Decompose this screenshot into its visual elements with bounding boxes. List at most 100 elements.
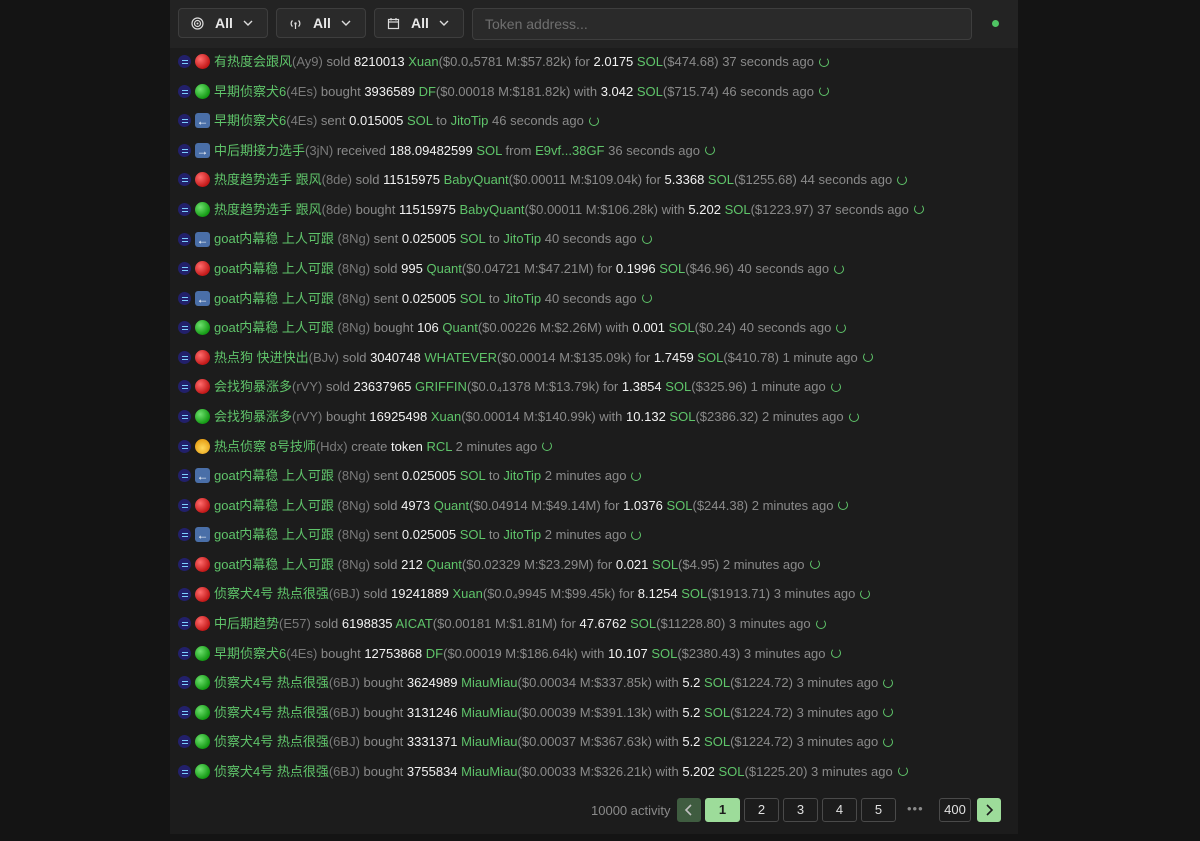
wallet-name-link[interactable]: 中后期接力选手 — [214, 143, 305, 158]
refresh-icon[interactable] — [883, 736, 894, 747]
wallet-name-link[interactable]: 中后期趋势 — [214, 616, 279, 631]
counterparty-link[interactable]: SOL — [637, 54, 663, 69]
token-link[interactable]: SOL — [476, 143, 502, 158]
counterparty-link[interactable]: SOL — [704, 705, 730, 720]
token-link[interactable]: Quant — [434, 498, 469, 513]
refresh-icon[interactable] — [883, 707, 894, 718]
token-link[interactable]: Quant — [426, 557, 461, 572]
refresh-icon[interactable] — [631, 470, 642, 481]
counterparty-link[interactable]: SOL — [665, 379, 691, 394]
token-link[interactable]: Xuan — [408, 54, 438, 69]
token-link[interactable]: GRIFFIN — [415, 379, 467, 394]
wallet-name-link[interactable]: 有热度会跟风 — [214, 54, 292, 69]
wallet-name-link[interactable]: goat内幕稳 上人可跟 — [214, 320, 334, 335]
refresh-icon[interactable] — [848, 411, 859, 422]
token-address-input[interactable] — [472, 8, 972, 40]
refresh-icon[interactable] — [830, 381, 841, 392]
date-filter-dropdown[interactable]: All — [374, 8, 464, 38]
counterparty-link[interactable]: JitoTip — [503, 231, 541, 246]
wallet-name-link[interactable]: 侦察犬4号 热点很强 — [214, 705, 329, 720]
counterparty-link[interactable]: JitoTip — [451, 113, 489, 128]
token-link[interactable]: WHATEVER — [424, 350, 497, 365]
token-link[interactable]: SOL — [407, 113, 433, 128]
refresh-icon[interactable] — [631, 529, 642, 540]
chain-filter-dropdown[interactable]: All — [276, 8, 366, 38]
counterparty-link[interactable]: SOL — [669, 320, 695, 335]
refresh-icon[interactable] — [830, 648, 841, 659]
page-4-button[interactable]: 4 — [822, 798, 857, 822]
page-1-button[interactable]: 1 — [705, 798, 740, 822]
prev-page-button[interactable] — [677, 798, 701, 822]
wallet-name-link[interactable]: goat内幕稳 上人可跟 — [214, 231, 334, 246]
counterparty-link[interactable]: JitoTip — [503, 527, 541, 542]
refresh-icon[interactable] — [836, 322, 847, 333]
token-link[interactable]: DF — [419, 84, 436, 99]
token-link[interactable]: SOL — [460, 291, 486, 306]
wallet-name-link[interactable]: 侦察犬4号 热点很强 — [214, 734, 329, 749]
wallet-name-link[interactable]: goat内幕稳 上人可跟 — [214, 557, 334, 572]
token-link[interactable]: Xuan — [431, 409, 461, 424]
counterparty-link[interactable]: SOL — [697, 350, 723, 365]
refresh-icon[interactable] — [897, 174, 908, 185]
counterparty-link[interactable]: SOL — [666, 498, 692, 513]
refresh-icon[interactable] — [704, 145, 715, 156]
refresh-icon[interactable] — [838, 500, 849, 511]
wallet-name-link[interactable]: 早期侦察犬6 — [214, 84, 286, 99]
wallet-name-link[interactable]: 热度趋势选手 跟风 — [214, 172, 322, 187]
wallet-name-link[interactable]: 早期侦察犬6 — [214, 646, 286, 661]
refresh-icon[interactable] — [883, 677, 894, 688]
refresh-icon[interactable] — [897, 766, 908, 777]
page-5-button[interactable]: 5 — [861, 798, 896, 822]
wallet-name-link[interactable]: goat内幕稳 上人可跟 — [214, 468, 334, 483]
page-ellipsis[interactable]: ••• — [907, 801, 924, 816]
token-link[interactable]: Quant — [426, 261, 461, 276]
wallet-name-link[interactable]: 侦察犬4号 热点很强 — [214, 675, 329, 690]
refresh-icon[interactable] — [641, 234, 652, 245]
counterparty-link[interactable]: SOL — [651, 646, 677, 661]
refresh-icon[interactable] — [809, 559, 820, 570]
page-2-button[interactable]: 2 — [744, 798, 779, 822]
refresh-icon[interactable] — [815, 618, 826, 629]
refresh-icon[interactable] — [913, 204, 924, 215]
refresh-icon[interactable] — [641, 293, 652, 304]
wallet-name-link[interactable]: 会找狗暴涨多 — [214, 409, 292, 424]
token-link[interactable]: Xuan — [452, 586, 482, 601]
token-link[interactable]: SOL — [460, 527, 486, 542]
wallet-name-link[interactable]: goat内幕稳 上人可跟 — [214, 527, 334, 542]
token-link[interactable]: MiauMiau — [461, 675, 517, 690]
token-link[interactable]: MiauMiau — [461, 764, 517, 779]
wallet-name-link[interactable]: 会找狗暴涨多 — [214, 379, 292, 394]
counterparty-link[interactable]: SOL — [630, 616, 656, 631]
token-link[interactable]: Quant — [442, 320, 477, 335]
wallet-name-link[interactable]: goat内幕稳 上人可跟 — [214, 498, 334, 513]
refresh-icon[interactable] — [588, 115, 599, 126]
counterparty-link[interactable]: E9vf...38GF — [535, 143, 604, 158]
token-link[interactable]: MiauMiau — [461, 734, 517, 749]
counterparty-link[interactable]: SOL — [669, 409, 695, 424]
wallet-name-link[interactable]: 热度趋势选手 跟风 — [214, 202, 322, 217]
refresh-icon[interactable] — [818, 86, 829, 97]
counterparty-link[interactable]: SOL — [725, 202, 751, 217]
token-link[interactable]: BabyQuant — [444, 172, 509, 187]
type-filter-dropdown[interactable]: All — [178, 8, 268, 38]
counterparty-link[interactable]: JitoTip — [503, 291, 541, 306]
refresh-icon[interactable] — [834, 263, 845, 274]
wallet-name-link[interactable]: 侦察犬4号 热点很强 — [214, 764, 329, 779]
counterparty-link[interactable]: JitoTip — [503, 468, 541, 483]
next-page-button[interactable] — [977, 798, 1001, 822]
refresh-icon[interactable] — [542, 441, 553, 452]
counterparty-link[interactable]: SOL — [637, 84, 663, 99]
counterparty-link[interactable]: SOL — [681, 586, 707, 601]
wallet-name-link[interactable]: goat内幕稳 上人可跟 — [214, 291, 334, 306]
counterparty-link[interactable]: SOL — [704, 675, 730, 690]
token-link[interactable]: AICAT — [395, 616, 432, 631]
counterparty-link[interactable]: SOL — [719, 764, 745, 779]
token-link[interactable]: BabyQuant — [460, 202, 525, 217]
refresh-icon[interactable] — [860, 589, 871, 599]
wallet-name-link[interactable]: 早期侦察犬6 — [214, 113, 286, 128]
token-link[interactable]: SOL — [460, 468, 486, 483]
counterparty-link[interactable]: SOL — [659, 261, 685, 276]
wallet-name-link[interactable]: 热点狗 快进快出 — [214, 350, 309, 365]
counterparty-link[interactable]: SOL — [652, 557, 678, 572]
token-link[interactable]: SOL — [460, 231, 486, 246]
